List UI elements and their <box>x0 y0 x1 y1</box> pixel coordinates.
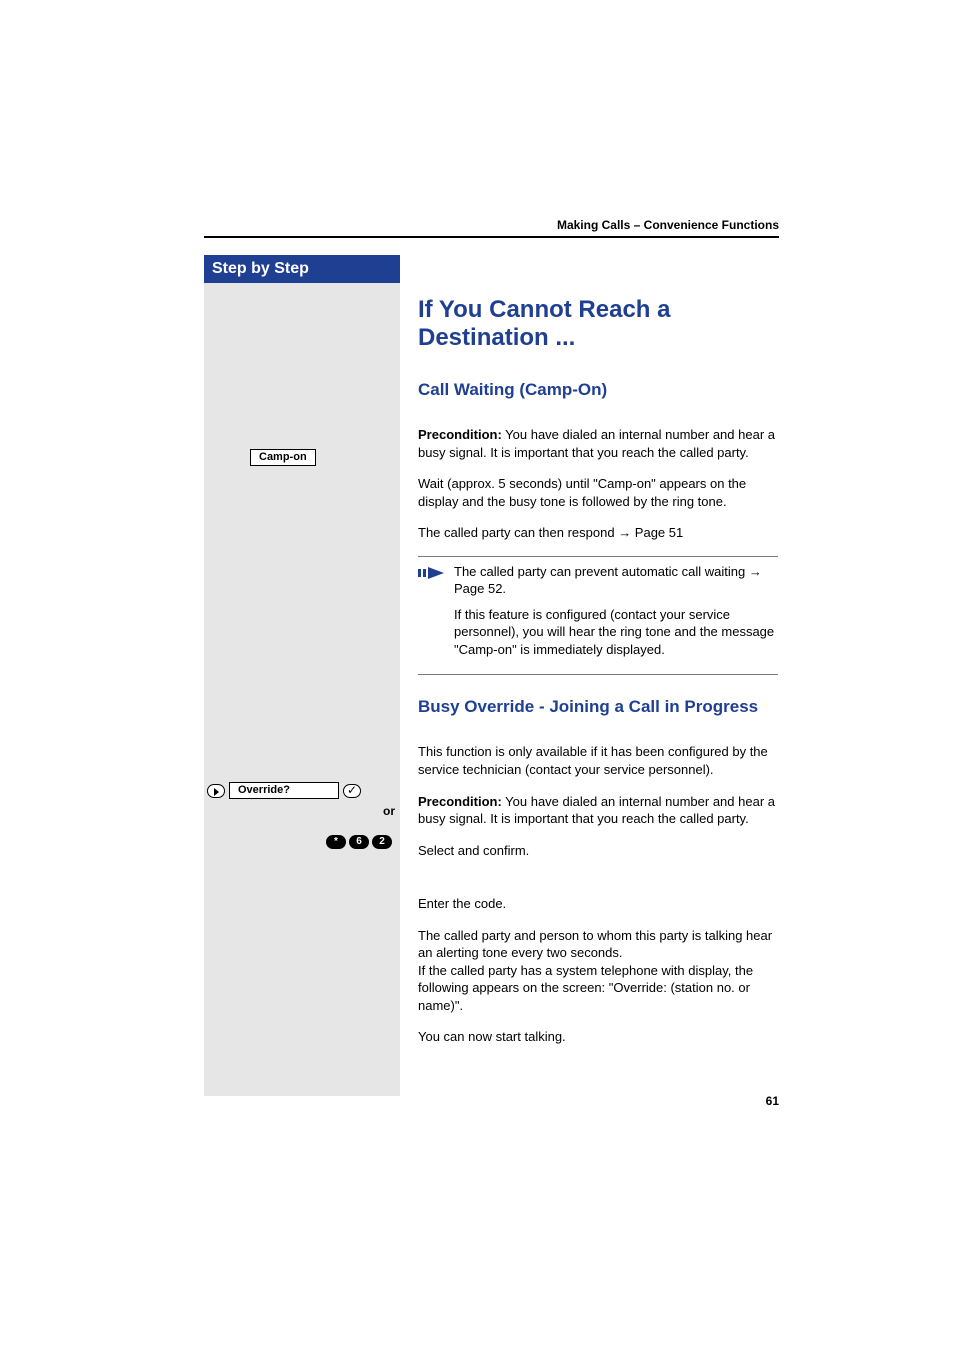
sidebar-background <box>204 255 400 1096</box>
page: Making Calls – Convenience Functions Ste… <box>0 0 954 1350</box>
section-heading-busy-override: Busy Override - Joining a Call in Progre… <box>418 697 778 717</box>
note-block: The called party can prevent automatic c… <box>418 556 778 676</box>
respond-instruction: The called party can then respond → Page… <box>418 524 778 542</box>
note-line-1a: The called party can prevent automatic c… <box>454 564 749 579</box>
page-number: 61 <box>766 1094 779 1108</box>
start-talking: You can now start talking. <box>418 1028 778 1046</box>
select-confirm-instruction: Select and confirm. <box>418 842 778 860</box>
main-content: If You Cannot Reach a Destination ... Ca… <box>418 296 778 1060</box>
enter-code-instruction: Enter the code. <box>418 895 778 913</box>
running-header: Making Calls – Convenience Functions <box>557 218 779 232</box>
display-label-campon: Camp-on <box>250 449 316 466</box>
precondition-2: Precondition: You have dialed an interna… <box>418 793 778 828</box>
header-rule <box>204 236 779 238</box>
precondition-label-2: Precondition: <box>418 794 502 809</box>
precondition-label: Precondition: <box>418 427 502 442</box>
key-6: 6 <box>349 835 369 849</box>
note-icon <box>418 563 454 667</box>
key-star: * <box>326 835 346 849</box>
override-result: The called party and person to whom this… <box>418 927 778 1015</box>
precondition-1: Precondition: You have dialed an interna… <box>418 426 778 461</box>
override-row: Override? <box>207 782 400 800</box>
note-line-2: If this feature is configured (contact y… <box>454 606 778 659</box>
display-label-override: Override? <box>229 782 339 799</box>
keypad-code: * 6 2 <box>326 835 400 849</box>
confirm-check-icon <box>343 784 361 798</box>
respond-text: The called party can then respond <box>418 525 618 540</box>
wait-instruction: Wait (approx. 5 seconds) until "Camp-on"… <box>418 475 778 510</box>
busy-override-intro: This function is only available if it ha… <box>418 743 778 778</box>
or-label: or <box>207 804 397 818</box>
page-heading: If You Cannot Reach a Destination ... <box>418 296 778 352</box>
note-text: The called party can prevent automatic c… <box>454 563 778 667</box>
key-2: 2 <box>372 835 392 849</box>
page-ref-51[interactable]: → Page 51 <box>618 525 683 540</box>
nav-arrow-icon <box>207 784 225 798</box>
section-heading-call-waiting: Call Waiting (Camp-On) <box>418 380 778 400</box>
sidebar-title: Step by Step <box>204 255 400 283</box>
